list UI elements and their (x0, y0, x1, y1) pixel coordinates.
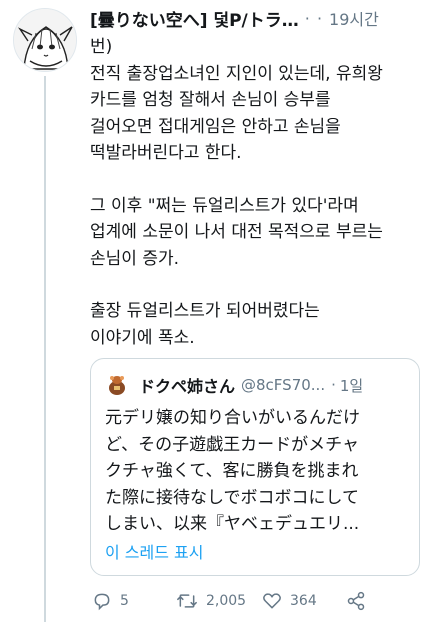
like-button[interactable]: 364 (262, 588, 317, 614)
body-line: 카드를 엄청 잘해서 손님이 승부를 (90, 90, 331, 110)
tweet-body: 번) 전직 출장업소녀인 지인이 있는데, 유희왕 카드를 엄청 잘해서 손님이… (90, 34, 426, 351)
retweet-count: 2,005 (206, 593, 247, 609)
tweet-header: [曇りない空へ] 덫P/トラ… · · 19시간 (90, 6, 426, 31)
quoted-tweet-time: 1일 (339, 376, 364, 395)
reply-button[interactable]: 5 (92, 588, 129, 614)
body-line: 걸어오면 접대게임은 안하고 손님을 (90, 116, 341, 137)
action-bar: 5 2,005 364 (90, 588, 426, 614)
quoted-line: た際に接待なしでボコボコにして (105, 487, 359, 508)
retweet-button[interactable]: 2,005 (176, 588, 246, 614)
body-line: 이야기에 폭소. (90, 327, 195, 348)
body-line: 전직 출장업소녀인 지인이 있는데, 유희왕 (90, 63, 383, 84)
quoted-line: 元デリ嬢の知り合いがいるんだけ (105, 408, 360, 428)
share-button[interactable] (346, 588, 366, 614)
reply-count: 5 (120, 593, 129, 609)
quoted-line: ど、その子遊戯王カードがメチャ (105, 434, 359, 455)
avatar-image (14, 9, 76, 71)
tweet-time[interactable]: 19시간 (329, 6, 379, 30)
avatar[interactable] (13, 8, 77, 72)
body-line: 번) (90, 37, 113, 57)
quoted-avatar-image (105, 373, 129, 397)
thread-line (44, 76, 46, 622)
share-icon (347, 591, 365, 611)
like-count: 364 (290, 593, 317, 609)
author-name[interactable]: [曇りない空へ] 덫P/トラ… (90, 6, 299, 31)
quoted-tweet-header: ドクペ姉さん @8cFS70... · 1일 (105, 371, 363, 399)
quoted-avatar (105, 373, 129, 397)
quoted-line: クチャ強くて、客に勝負を挑まれ (105, 461, 359, 481)
body-line: 떡발라버린다고 한다. (90, 143, 242, 163)
reply-icon (94, 593, 110, 611)
quoted-tweet[interactable]: ドクペ姉さん @8cFS70... · 1일 元デリ嬢の知り合いがいるんだけ ど… (90, 358, 420, 576)
separator: · · (304, 8, 324, 28)
quoted-tweet-body: 元デリ嬢の知り合いがいるんだけ ど、その子遊戯王カードがメチャ クチャ強くて、客… (105, 405, 409, 538)
quoted-line: しまい、以来『ヤベェデュエリ... (105, 514, 360, 534)
body-line: 손님이 증가. (90, 248, 180, 269)
retweet-icon (177, 594, 197, 608)
like-icon (263, 593, 281, 609)
body-line: 출장 듀얼리스트가 되어버렸다는 (90, 301, 320, 321)
body-line: 업계에 소문이 나서 대전 목적으로 부르는 (90, 222, 383, 242)
quoted-author-handle: @8cFS70... (241, 376, 326, 394)
show-thread-link[interactable]: 이 스레드 표시 (105, 539, 204, 563)
body-line: 그 이후 "쩌는 듀얼리스트가 있다'라며 (90, 195, 359, 216)
separator: · (331, 376, 336, 394)
quoted-author-name: ドクペ姉さん (139, 377, 236, 396)
